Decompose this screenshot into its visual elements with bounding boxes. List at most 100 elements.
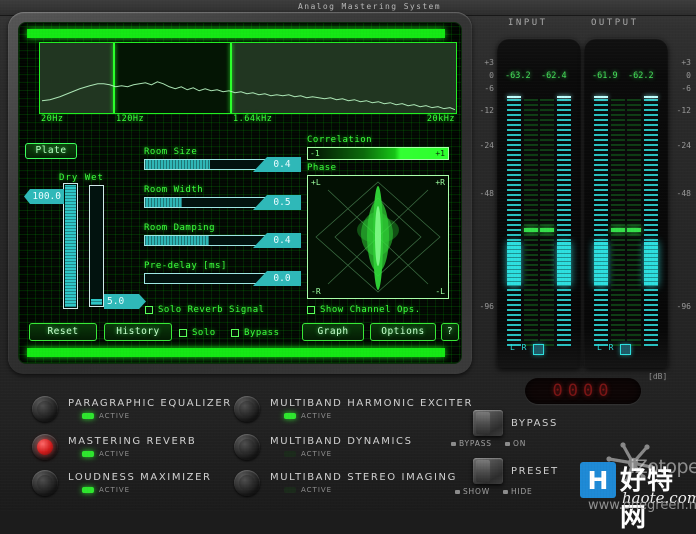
slider-pre-delay[interactable]: Pre-delay [ms] 0.0 xyxy=(144,261,294,284)
input-link-icon[interactable] xyxy=(533,344,544,355)
input-scale-m6: -6 xyxy=(472,84,494,93)
correlation-title: Correlation xyxy=(307,135,372,145)
output-link-left-bracket: L R xyxy=(597,343,614,352)
bypass-option-b-label: ON xyxy=(513,439,526,448)
plugin-chassis: Analog Mastering System 20Hz 120Hz 1.64k… xyxy=(0,0,696,511)
bypass-switch-option-bypass[interactable]: BYPASS xyxy=(451,439,492,448)
freq-label-20khz: 20kHz xyxy=(427,114,455,124)
freq-label-1640hz: 1.64kHz xyxy=(233,114,272,124)
slider-room-damping-fill xyxy=(145,236,209,245)
slider-room-damping-label: Room Damping xyxy=(144,223,294,233)
preset-switch-option-show[interactable]: SHOW xyxy=(455,487,490,496)
spectrum-analyzer[interactable] xyxy=(39,42,457,114)
module-multiband-harmonic-exciter[interactable]: MULTIBAND HARMONIC EXCITER ACTIVE xyxy=(234,396,473,422)
dry-fader[interactable] xyxy=(63,183,78,309)
input-scale-m96: -96 xyxy=(472,302,494,311)
module-knob-multiband-dynamics[interactable] xyxy=(234,434,260,460)
haote-badge-icon: H xyxy=(580,462,616,498)
module-multiband-dynamics[interactable]: MULTIBAND DYNAMICS ACTIVE xyxy=(234,434,413,460)
bypass-option-a-label: BYPASS xyxy=(459,439,492,448)
dry-wet-labels: Dry Wet xyxy=(59,173,104,183)
options-button[interactable]: Options xyxy=(370,323,436,341)
slider-room-size[interactable]: Room Size 0.4 xyxy=(144,147,294,170)
input-right-history-peak xyxy=(540,228,554,232)
module-mastering-reverb[interactable]: MASTERING REVERB ACTIVE xyxy=(32,434,196,460)
bypass-checkbox[interactable]: Bypass xyxy=(231,328,280,338)
module-active-label: ACTIVE xyxy=(99,412,130,420)
slider-room-width[interactable]: Room Width 0.5 xyxy=(144,185,294,208)
module-active-label: ACTIVE xyxy=(99,450,130,458)
solo-reverb-signal-checkbox[interactable]: Solo Reverb Signal xyxy=(145,305,265,315)
spectrum-frequency-labels: 20Hz 120Hz 1.64kHz 20kHz xyxy=(39,114,457,127)
correlation-meter: -1 +1 xyxy=(307,147,449,160)
module-knob-multiband-stereo-imaging[interactable] xyxy=(234,470,260,496)
preset-switch-title: PRESET xyxy=(511,466,559,477)
active-led-icon xyxy=(82,413,94,419)
input-right-meter-ticks xyxy=(557,96,571,346)
checkbox-box-icon[interactable] xyxy=(307,306,315,314)
bypass-switch[interactable] xyxy=(473,410,503,436)
checkbox-box-icon[interactable] xyxy=(231,329,239,337)
module-label-paragraphic-equalizer: PARAGRAPHIC EQUALIZER xyxy=(68,398,232,409)
reverb-preset-button[interactable]: Plate xyxy=(25,143,77,159)
slider-room-damping[interactable]: Room Damping 0.4 xyxy=(144,223,294,246)
wet-fader[interactable] xyxy=(89,185,104,307)
preset-switch[interactable] xyxy=(473,458,503,484)
dry-value-readout: 100.0 xyxy=(24,189,64,204)
bypass-label: Bypass xyxy=(244,328,280,338)
output-scale-m6: -6 xyxy=(669,84,691,93)
gain-led-display[interactable]: 0000 xyxy=(525,378,641,404)
phase-corner-plus-l: +L xyxy=(311,178,321,187)
output-scale-m96: -96 xyxy=(669,302,691,311)
solo-label: Solo xyxy=(192,328,216,338)
lcd-top-accent-bar xyxy=(27,29,445,38)
phase-title: Phase xyxy=(307,163,337,173)
wet-value-readout: 5.0 xyxy=(104,294,146,309)
module-label-mastering-reverb: MASTERING REVERB xyxy=(68,436,196,447)
reset-button[interactable]: Reset xyxy=(29,323,97,341)
phase-scope[interactable]: +L +R -R -L xyxy=(307,175,449,299)
freq-label-20hz: 20Hz xyxy=(41,114,63,124)
history-button[interactable]: History xyxy=(104,323,172,341)
solo-checkbox[interactable]: Solo xyxy=(179,328,216,338)
lcd-screen[interactable]: 20Hz 120Hz 1.64kHz 20kHz Plate Dry Wet 1… xyxy=(18,22,462,364)
module-knob-mastering-reverb[interactable] xyxy=(32,434,58,460)
preset-option-b-label: HIDE xyxy=(511,487,533,496)
module-knob-multiband-harmonic-exciter[interactable] xyxy=(234,396,260,422)
module-knob-loudness-maximizer[interactable] xyxy=(32,470,58,496)
checkbox-box-icon[interactable] xyxy=(179,329,187,337)
show-channel-ops-checkbox[interactable]: Show Channel Ops. xyxy=(307,305,421,315)
switch-marker-icon xyxy=(451,442,456,446)
output-right-value: -62.2 xyxy=(628,71,654,81)
checkbox-box-icon[interactable] xyxy=(145,306,153,314)
input-left-history xyxy=(524,96,538,346)
output-left-meter-bar xyxy=(594,242,608,286)
input-right-meter-bar xyxy=(557,242,571,286)
phase-corner-minus-l: -L xyxy=(435,287,445,296)
help-button[interactable]: ? xyxy=(441,323,459,341)
input-scale-plus3: +3 xyxy=(472,58,494,67)
output-left-meter-peak-cap xyxy=(594,96,608,98)
module-multiband-stereo-imaging[interactable]: MULTIBAND STEREO IMAGING ACTIVE xyxy=(234,470,457,496)
preset-switch-option-hide[interactable]: HIDE xyxy=(503,487,533,496)
input-left-meter-ticks xyxy=(507,96,521,346)
input-right-history xyxy=(540,96,554,346)
module-paragraphic-equalizer[interactable]: PARAGRAPHIC EQUALIZER ACTIVE xyxy=(32,396,232,422)
active-led-icon xyxy=(284,487,296,493)
output-right-meter xyxy=(644,96,658,346)
input-scale-0: 0 xyxy=(472,71,494,80)
output-left-history-peak xyxy=(611,228,625,232)
module-active-label: ACTIVE xyxy=(301,412,332,420)
output-scale-m48: -48 xyxy=(669,189,691,198)
output-right-meter-peak-cap xyxy=(644,96,658,98)
bypass-switch-option-on[interactable]: ON xyxy=(505,439,526,448)
module-knob-paragraphic-equalizer[interactable] xyxy=(32,396,58,422)
output-meter-panel[interactable]: -61.9 -62.2 L R xyxy=(584,38,668,368)
module-loudness-maximizer[interactable]: LOUDNESS MAXIMIZER ACTIVE xyxy=(32,470,212,496)
output-link-icon[interactable] xyxy=(620,344,631,355)
graph-button[interactable]: Graph xyxy=(302,323,364,341)
input-meter-panel[interactable]: -63.2 -62.4 L R xyxy=(497,38,581,368)
input-right-value: -62.4 xyxy=(541,71,567,81)
show-channel-ops-label: Show Channel Ops. xyxy=(320,305,421,315)
output-meter-title: OUTPUT xyxy=(591,18,639,28)
